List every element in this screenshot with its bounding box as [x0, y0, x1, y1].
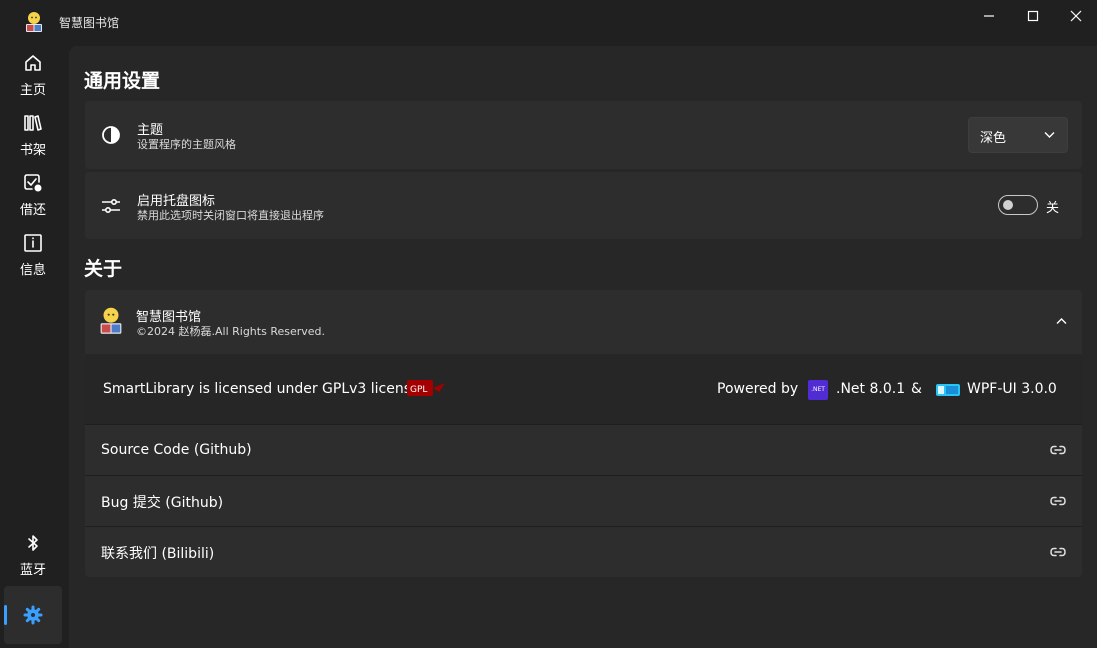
- contact-us-label: 联系我们 (Bilibili): [101, 546, 215, 562]
- about-details: SmartLibrary is licensed under GPLv3 lic…: [85, 355, 1082, 424]
- contact-us-link[interactable]: 联系我们 (Bilibili): [85, 527, 1082, 577]
- settings-panel: 通用设置 主题 设置程序的主题风格 深色 启用托盘图标 禁用此选项时关闭窗口将直…: [69, 46, 1097, 648]
- bluetooth-icon: [28, 535, 38, 551]
- settings-icon: [23, 605, 43, 625]
- link-icon: [1050, 496, 1066, 506]
- close-button[interactable]: [1053, 0, 1097, 32]
- toggle-knob: [1003, 200, 1013, 210]
- ampersand: &: [911, 381, 922, 397]
- nav-label-bluetooth: 蓝牙: [19, 563, 46, 578]
- sliders-icon: [102, 198, 120, 214]
- general-settings-heading: 通用设置: [84, 70, 161, 92]
- theme-description: 设置程序的主题风格: [137, 138, 236, 151]
- theme-dropdown[interactable]: 深色: [968, 117, 1068, 153]
- theme-card: 主题 设置程序的主题风格 深色: [85, 101, 1082, 169]
- nav-label-info: 信息: [19, 263, 46, 278]
- app-logo-icon: [26, 12, 42, 32]
- theme-dropdown-value: 深色: [980, 131, 1007, 146]
- bookshelf-icon: [24, 115, 42, 131]
- wpfui-logo-icon: [936, 384, 960, 396]
- source-code-link[interactable]: Source Code (Github): [85, 425, 1082, 475]
- nav-item-bookshelf[interactable]: 书架: [4, 106, 62, 164]
- chevron-up-icon[interactable]: [1056, 317, 1067, 325]
- nav-label-bookshelf: 书架: [19, 143, 46, 158]
- about-heading: 关于: [84, 258, 123, 280]
- info-icon: [24, 234, 42, 252]
- dotnet-badge-icon: .NET: [808, 380, 828, 400]
- active-indicator: [4, 605, 7, 625]
- app-title: 智慧图书馆: [59, 16, 120, 30]
- nav-item-home[interactable]: 主页: [4, 46, 62, 104]
- title-bar: 智慧图书馆: [0, 0, 1097, 46]
- bug-report-label: Bug 提交 (Github): [101, 495, 224, 511]
- maximize-icon: [1027, 10, 1039, 22]
- nav-item-bluetooth[interactable]: 蓝牙: [4, 526, 62, 584]
- close-icon: [1070, 10, 1082, 22]
- nav-item-borrow-return[interactable]: 借还: [4, 166, 62, 224]
- minimize-icon: [984, 15, 994, 17]
- app-logo-icon: [100, 307, 122, 334]
- wpfui-version[interactable]: WPF-UI 3.0.0: [967, 381, 1057, 397]
- home-icon: [25, 55, 41, 71]
- nav-label-home: 主页: [19, 83, 46, 98]
- nav-item-settings[interactable]: [4, 586, 62, 644]
- tray-description: 禁用此选项时关闭窗口将直接退出程序: [137, 209, 324, 222]
- link-icon: [1050, 445, 1066, 455]
- about-copyright: ©2024 赵杨磊.All Rights Reserved.: [136, 325, 326, 338]
- tray-icon-card: 启用托盘图标 禁用此选项时关闭窗口将直接退出程序 关: [85, 172, 1082, 239]
- link-icon: [1050, 547, 1066, 557]
- borrow-return-icon: [24, 174, 42, 192]
- dotnet-version[interactable]: .Net 8.0.1: [836, 381, 905, 397]
- gplv3-logo-icon[interactable]: GPL: [407, 378, 447, 398]
- source-code-label: Source Code (Github): [101, 442, 252, 458]
- chevron-down-icon: [1044, 132, 1055, 138]
- bug-report-link[interactable]: Bug 提交 (Github): [85, 476, 1082, 526]
- tray-toggle-state: 关: [1046, 201, 1060, 216]
- maximize-button[interactable]: [1010, 0, 1056, 32]
- tray-toggle[interactable]: [998, 195, 1038, 215]
- svg-text:GPL: GPL: [410, 385, 427, 395]
- minimize-button[interactable]: [966, 0, 1012, 32]
- powered-by-label: Powered by: [717, 381, 799, 397]
- nav-label-borrow-return: 借还: [19, 203, 46, 218]
- nav-item-info[interactable]: 信息: [4, 226, 62, 284]
- theme-contrast-icon: [102, 126, 120, 144]
- license-text: SmartLibrary is licensed under GPLv3 lic…: [103, 381, 425, 397]
- about-expander-header[interactable]: 智慧图书馆 ©2024 赵杨磊.All Rights Reserved.: [85, 290, 1082, 354]
